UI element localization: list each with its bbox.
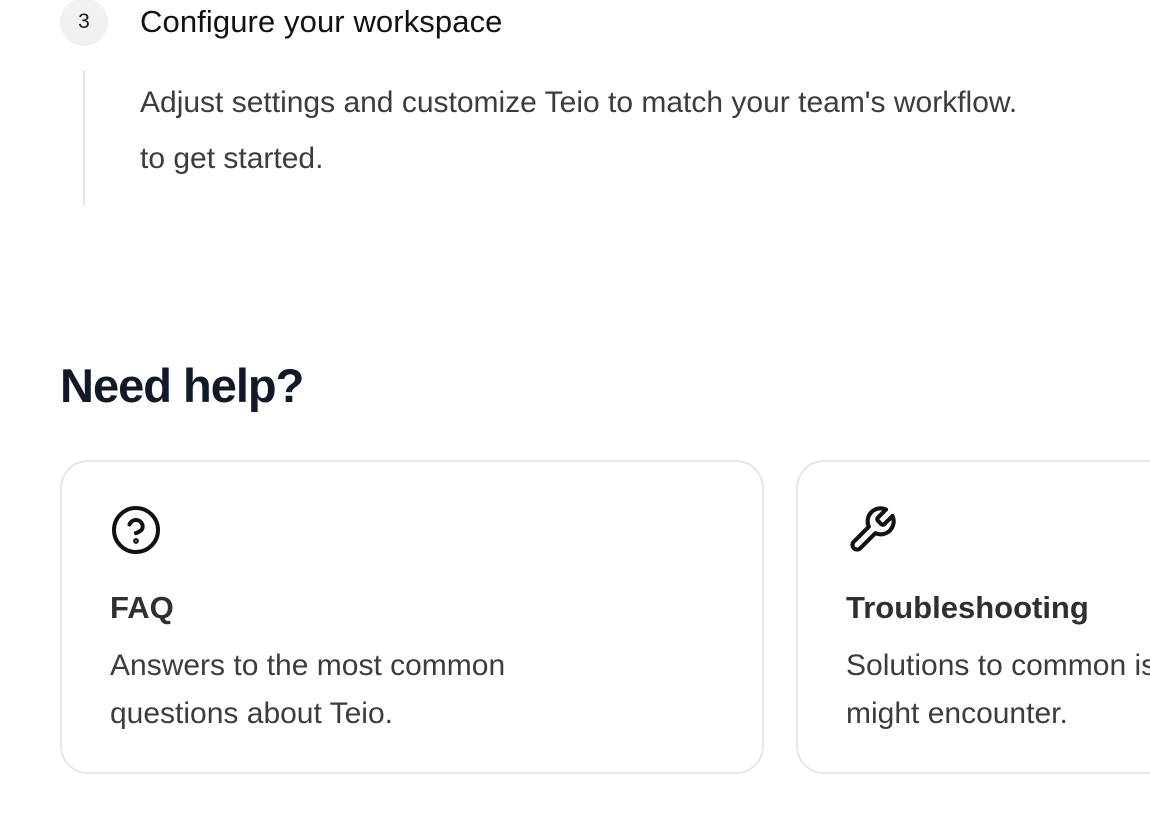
wrench-icon	[846, 504, 898, 556]
troubleshooting-card-title: Troubleshooting	[846, 590, 1089, 625]
faq-card-title: FAQ	[110, 590, 174, 625]
step-number-badge: 3	[60, 0, 108, 46]
step-divider	[83, 70, 85, 206]
faq-card[interactable]: FAQ Answers to the most common questions…	[60, 460, 764, 774]
question-circle-icon	[110, 504, 162, 556]
page: 3 Configure your workspace Adjust settin…	[0, 0, 1150, 826]
troubleshooting-card[interactable]: Troubleshooting Solutions to common issu…	[796, 460, 1150, 774]
step-description: Adjust settings and customize Teio to ma…	[140, 86, 1018, 175]
need-help-heading: Need help?	[60, 359, 304, 412]
faq-card-description: Answers to the most common questions abo…	[110, 649, 506, 730]
step-title: Configure your workspace	[140, 4, 503, 39]
troubleshooting-card-description: Solutions to common issues you might enc…	[846, 649, 1150, 730]
